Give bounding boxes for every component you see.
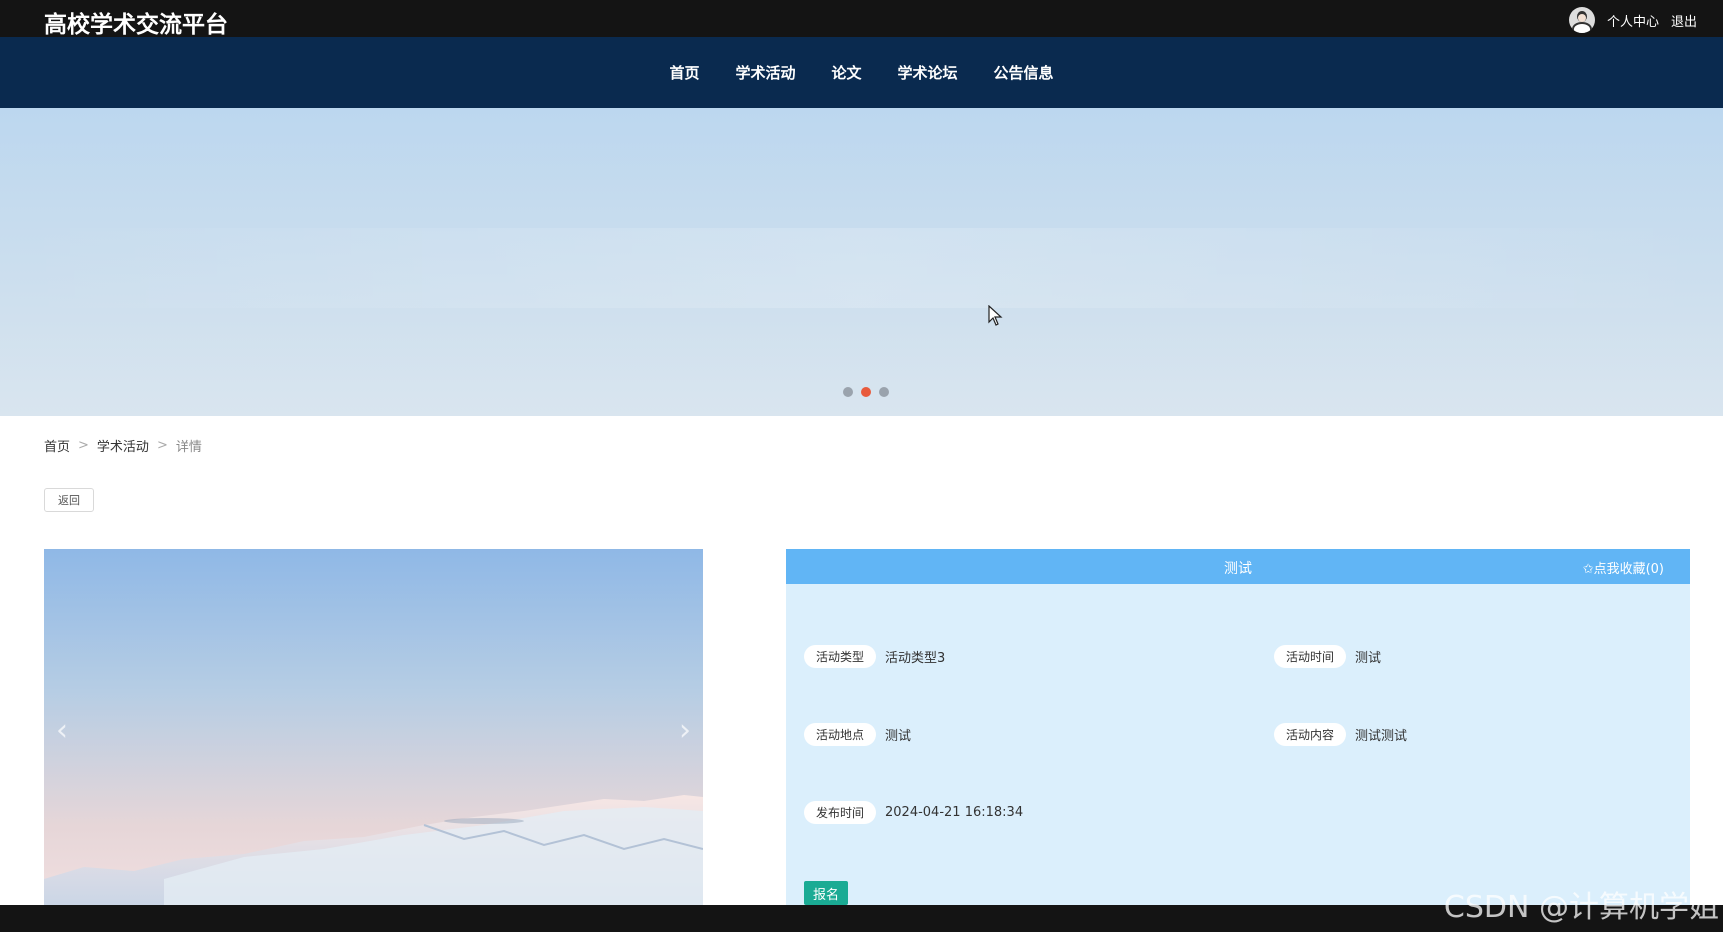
carousel-dot-active[interactable] (861, 387, 871, 397)
favorite-button[interactable]: ✩点我收藏(0) (1583, 558, 1664, 577)
field-activity-type: 活动类型 活动类型3 (804, 645, 945, 668)
field-activity-content: 活动内容 测试测试 (1274, 723, 1407, 746)
user-area: 个人中心 退出 (1568, 7, 1697, 33)
main-nav: 首页 学术活动 论文 学术论坛 公告信息 (0, 37, 1723, 108)
field-label: 活动地点 (804, 723, 877, 746)
field-label: 活动内容 (1274, 723, 1347, 746)
nav-item-notices[interactable]: 公告信息 (994, 62, 1054, 83)
field-value: 测试测试 (1355, 729, 1408, 744)
carousel-dot[interactable] (843, 387, 853, 397)
activity-detail-panel: 测试 ✩点我收藏(0) 活动类型 活动类型3 活动时间 测试 活动地点 测试 活… (786, 549, 1690, 905)
nav-item-home[interactable]: 首页 (669, 62, 699, 83)
logout-link[interactable]: 退出 (1671, 11, 1697, 30)
field-label: 发布时间 (804, 801, 877, 824)
back-button[interactable]: 返回 (44, 488, 94, 512)
carousel-dots (843, 387, 889, 397)
field-activity-location: 活动地点 测试 (804, 723, 911, 746)
nav-item-activities[interactable]: 学术活动 (735, 62, 795, 83)
breadcrumb-current: 详情 (175, 440, 202, 455)
nav-item-forum[interactable]: 学术论坛 (898, 62, 958, 83)
top-bar: 高校学术交流平台 个人中心 退出 (0, 0, 1723, 38)
carousel-dot[interactable] (879, 387, 889, 397)
carousel-prev-icon[interactable]: ‹ (56, 713, 68, 748)
user-center-link[interactable]: 个人中心 (1607, 11, 1659, 30)
field-publish-time: 发布时间 2024-04-21 16:18:34 (804, 801, 1023, 824)
nav-item-papers[interactable]: 论文 (831, 62, 861, 83)
field-value: 活动类型3 (885, 651, 946, 666)
watermark-text: CSDN @计算机学姐 (1443, 890, 1719, 925)
breadcrumb-separator: > (156, 438, 168, 453)
field-label: 活动时间 (1274, 645, 1347, 668)
detail-title: 测试 (1224, 561, 1252, 577)
mouse-cursor-icon (988, 305, 1003, 326)
signup-button[interactable]: 报名 (804, 881, 848, 905)
field-value: 测试 (885, 729, 912, 744)
carousel-next-icon[interactable]: › (679, 713, 691, 748)
breadcrumb-home[interactable]: 首页 (44, 436, 70, 455)
site-title: 高校学术交流平台 (44, 12, 228, 38)
detail-header: 测试 ✩点我收藏(0) (786, 549, 1690, 584)
breadcrumb: 首页 > 学术活动 > 详情 (44, 436, 202, 455)
field-value: 测试 (1355, 651, 1382, 666)
mountain-image (44, 795, 703, 905)
breadcrumb-section[interactable]: 学术活动 (97, 436, 149, 455)
field-value: 2024-04-21 16:18:34 (885, 805, 1024, 820)
hero-banner (0, 108, 1723, 416)
activity-image-carousel: ‹ › (44, 549, 703, 905)
user-avatar[interactable] (1568, 7, 1595, 33)
breadcrumb-separator: > (78, 438, 89, 453)
field-label: 活动类型 (804, 645, 877, 668)
field-activity-time: 活动时间 测试 (1274, 645, 1381, 668)
